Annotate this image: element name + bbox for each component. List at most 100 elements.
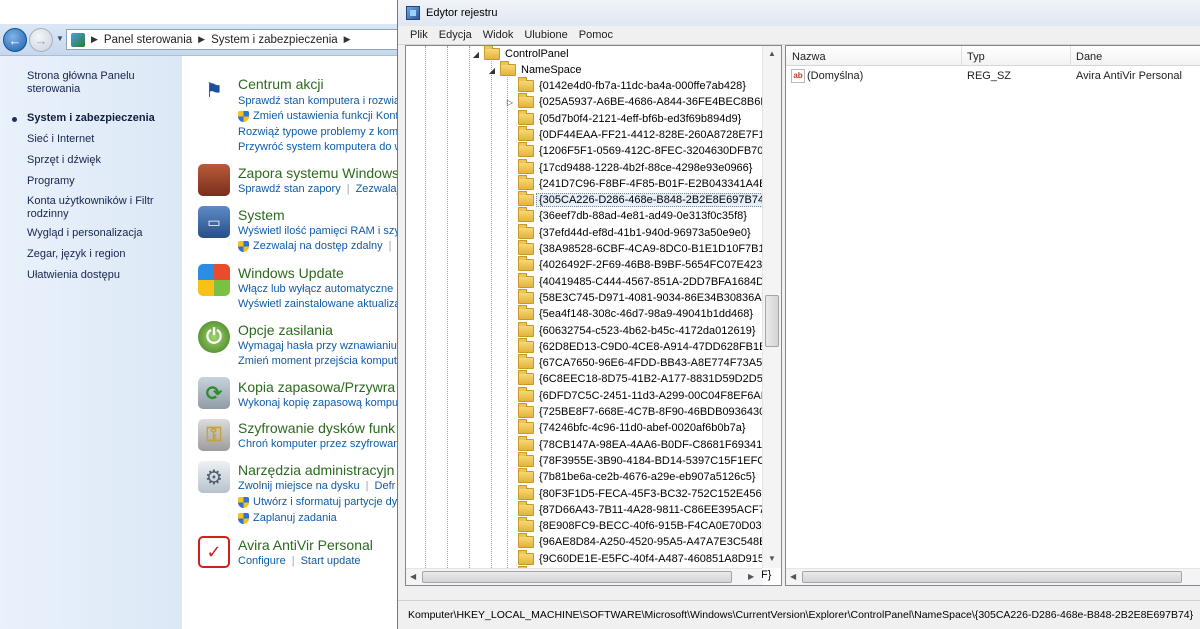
tree-key-item[interactable]: {78CB147A-98EA-4AA6-B0DF-C8681F69341C} — [504, 435, 777, 453]
column-divider[interactable] — [961, 46, 962, 66]
collapse-arrow-icon[interactable]: ◢ — [486, 66, 498, 75]
column-header-type[interactable]: Typ — [967, 51, 985, 63]
tree-vertical-scrollbar[interactable]: ▲ ▼ — [762, 46, 781, 568]
sidebar-item-network[interactable]: Sieć i Internet — [27, 133, 94, 146]
scroll-left-icon[interactable]: ◀ — [790, 572, 796, 581]
menu-view[interactable]: Widok — [483, 29, 514, 41]
category-link[interactable]: Zmień moment przejścia komput — [238, 355, 397, 367]
menu-favorites[interactable]: Ulubione — [524, 29, 567, 41]
tree-key-item[interactable]: {17cd9488-1228-4b2f-88ce-4298e93e0966} — [504, 158, 755, 176]
tree-key-item[interactable]: {9C60DE1E-E5FC-40f4-A487-460851A8D915} — [504, 549, 771, 567]
tree-key-item[interactable]: {38A98528-6CBF-4CA9-8DC0-B1E1D10F7B1B} — [504, 240, 779, 257]
category-link[interactable]: Sprawdź stan komputera i rozwią — [238, 95, 400, 107]
category-link[interactable]: Zezwalaj na dostęp zdalny — [253, 240, 383, 252]
breadcrumb-item[interactable]: System i zabezpieczenia — [211, 34, 338, 46]
tree-key-item[interactable]: {78F3955E-3B90-4184-BD14-5397C15F1EFC} — [504, 451, 772, 469]
category-link[interactable]: Wymagaj hasła przy wznawianiu p — [238, 340, 406, 352]
tree-key-item[interactable]: {60632754-c523-4b62-b45c-4172da012619} — [504, 321, 759, 339]
tree-key-item[interactable]: {87D66A43-7B11-4A28-9811-C86EE395ACF7} — [504, 500, 772, 518]
category-link[interactable]: Wykonaj kopię zapasową komput — [238, 397, 401, 409]
scroll-down-icon[interactable]: ▼ — [768, 554, 776, 563]
tree-key-item[interactable]: {5ea4f148-308c-46d7-98a9-49041b1dd468} — [504, 305, 756, 322]
menu-help[interactable]: Pomoc — [579, 29, 613, 41]
sidebar-item-user-accounts[interactable]: Konta użytkowników i Filtr rodzinny — [27, 195, 167, 221]
category-title-admin-tools[interactable]: Narzędzia administracyjn — [238, 462, 394, 478]
tree-key-item[interactable]: {0DF44EAA-FF21-4412-828E-260A8728E7F1} — [504, 125, 771, 143]
category-link[interactable]: Sprawdź stan zapory — [238, 183, 341, 195]
category-title-backup[interactable]: Kopia zapasowa/Przywra — [238, 379, 395, 395]
back-button[interactable]: ← — [3, 28, 27, 52]
tree-key-item[interactable]: {36eef7db-88ad-4e81-ad49-0e313f0c35f8} — [504, 207, 750, 224]
scroll-thumb[interactable] — [802, 571, 1182, 583]
tree-key-item[interactable]: {62D8ED13-C9D0-4CE8-A914-47DD628FB1B0} — [504, 337, 779, 355]
scroll-thumb[interactable] — [422, 571, 732, 583]
sidebar-item-accessibility[interactable]: Ułatwienia dostępu — [27, 269, 120, 282]
tree-key-item[interactable]: {40419485-C444-4567-851A-2DD7BFA1684D} — [504, 272, 771, 290]
tree-key-item[interactable]: {96AE8D84-A250-4520-95A5-A47A7E3C548B} — [504, 533, 773, 550]
tree-key-item[interactable]: ▷ {025A5937-A6BE-4686-A844-36FE4BEC8B6D} — [504, 93, 775, 110]
breadcrumb-item[interactable]: Panel sterowania — [104, 34, 192, 46]
column-header-data[interactable]: Dane — [1076, 51, 1102, 63]
expand-arrow-icon[interactable]: ▷ — [504, 98, 516, 107]
tree-horizontal-scrollbar[interactable]: ◀ ▶ — [406, 568, 762, 585]
scroll-left-icon[interactable]: ◀ — [410, 572, 416, 581]
category-title-windows-update[interactable]: Windows Update — [238, 265, 344, 281]
category-title-power-options[interactable]: Opcje zasilania — [238, 322, 333, 338]
table-row[interactable]: ab (Domyślna) REG_SZ Avira AntiVir Perso… — [786, 69, 1200, 85]
category-title-system[interactable]: System — [238, 207, 285, 223]
scroll-right-icon[interactable]: ▶ — [748, 572, 754, 581]
category-title-avira[interactable]: Avira AntiVir Personal — [238, 537, 373, 553]
category-link[interactable]: Zaplanuj zadania — [238, 512, 337, 524]
category-title-bitlocker[interactable]: Szyfrowanie dysków funk — [238, 420, 395, 436]
forward-button[interactable]: → — [29, 28, 53, 52]
scroll-thumb[interactable] — [765, 295, 779, 347]
category-link[interactable]: Przywróć system komputera do w — [238, 141, 402, 153]
category-link[interactable]: Zmień ustawienia funkcji Kont — [238, 110, 399, 122]
chevron-right-icon[interactable]: ▶ — [198, 34, 205, 45]
values-horizontal-scrollbar[interactable]: ◀ — [786, 568, 1200, 585]
category-link[interactable]: Zwolnij miejsce na dysku — [238, 480, 360, 492]
category-link[interactable]: Configure — [238, 555, 286, 567]
sidebar-item-system-security[interactable]: System i zabezpieczenia — [27, 112, 155, 125]
tree-key-item[interactable]: {37efd44d-ef8d-41b1-940d-96973a50e9e0} — [504, 223, 754, 241]
category-link[interactable]: Zezwalaj — [356, 183, 399, 195]
category-title-firewall[interactable]: Zapora systemu Windows — [238, 165, 399, 181]
tree-key-item[interactable]: {0142e4d0-fb7a-11dc-ba4a-000ffe7ab428} — [504, 77, 749, 94]
sidebar-item-programs[interactable]: Programy — [27, 175, 75, 188]
category-link[interactable]: Defr — [375, 480, 396, 492]
collapse-arrow-icon[interactable]: ◢ — [470, 50, 482, 59]
category-link[interactable]: Chroń komputer przez szyfrowan — [238, 438, 399, 450]
sidebar-item-clock-language[interactable]: Zegar, język i region — [27, 248, 125, 261]
tree-key-item[interactable]: {725BE8F7-668E-4C7B-8F90-46BDB0936430} — [504, 403, 772, 420]
tree-node-controlpanel[interactable]: ◢ ControlPanel — [470, 46, 572, 62]
menu-edit[interactable]: Edycja — [439, 29, 472, 41]
chevron-right-icon[interactable]: ▶ — [344, 34, 351, 45]
tree-key-item[interactable]: {05d7b0f4-2121-4eff-bf6b-ed3f69b894d9} — [504, 109, 744, 127]
category-link[interactable]: Wyświetl zainstalowane aktualiza — [238, 298, 401, 310]
tree-node-namespace[interactable]: ◢ NameSpace — [486, 61, 585, 78]
column-header-name[interactable]: Nazwa — [792, 51, 826, 63]
sidebar-item-home[interactable]: Strona główna Panelu sterowania — [27, 70, 167, 96]
tree-key-item[interactable]: {305CA226-D286-468e-B848-2B2E8E697B74} — [504, 191, 771, 208]
tree-key-item[interactable]: {8E908FC9-BECC-40f6-915B-F4CA0E70D03D} — [504, 517, 776, 534]
category-link[interactable]: Start update — [301, 555, 361, 567]
title-bar[interactable]: Edytor rejestru — [398, 0, 1200, 26]
column-divider[interactable] — [1070, 46, 1071, 66]
sidebar-item-appearance[interactable]: Wygląd i personalizacja — [27, 227, 142, 240]
tree-key-item[interactable]: {74246bfc-4c96-11d0-abef-0020af6b0b7a} — [504, 419, 749, 436]
category-link[interactable]: Rozwiąż typowe problemy z komp — [238, 126, 404, 138]
registry-tree-pane[interactable]: ◢ ControlPanel ◢ NameSpace {0142e4d0-fb7… — [405, 45, 782, 586]
tree-key-item[interactable]: {80F3F1D5-FECA-45F3-BC32-752C152E456E} — [504, 484, 776, 502]
scroll-up-icon[interactable]: ▲ — [768, 49, 776, 58]
category-link[interactable]: Utwórz i sformatuj partycje dy — [238, 496, 397, 508]
tree-key-item[interactable]: {7b81be6a-ce2b-4676-a29e-eb907a5126c5} — [504, 468, 759, 485]
category-title-action-center[interactable]: Centrum akcji — [238, 76, 324, 92]
tree-key-item[interactable]: {58E3C745-D971-4081-9034-86E34B30836A} — [504, 288, 768, 306]
tree-key-item[interactable]: {241D7C96-F8BF-4F85-B01F-E2B043341A4B} — [504, 174, 773, 192]
category-link[interactable]: Wyświetl ilość pamięci RAM i szy — [238, 225, 400, 237]
tree-key-item[interactable]: {6C8EEC18-8D75-41B2-A177-8831D59D2D50} — [504, 370, 776, 387]
breadcrumb[interactable]: ▶ Panel sterowania ▶ System i zabezpiecz… — [66, 29, 406, 50]
history-dropdown-icon[interactable]: ▼ — [56, 34, 64, 43]
tree-key-item[interactable]: {1206F5F1-0569-412C-8FEC-3204630DFB70} — [504, 142, 770, 159]
registry-values-pane[interactable]: Nazwa Typ Dane ab (Domyślna) REG_SZ Avir… — [785, 45, 1200, 586]
